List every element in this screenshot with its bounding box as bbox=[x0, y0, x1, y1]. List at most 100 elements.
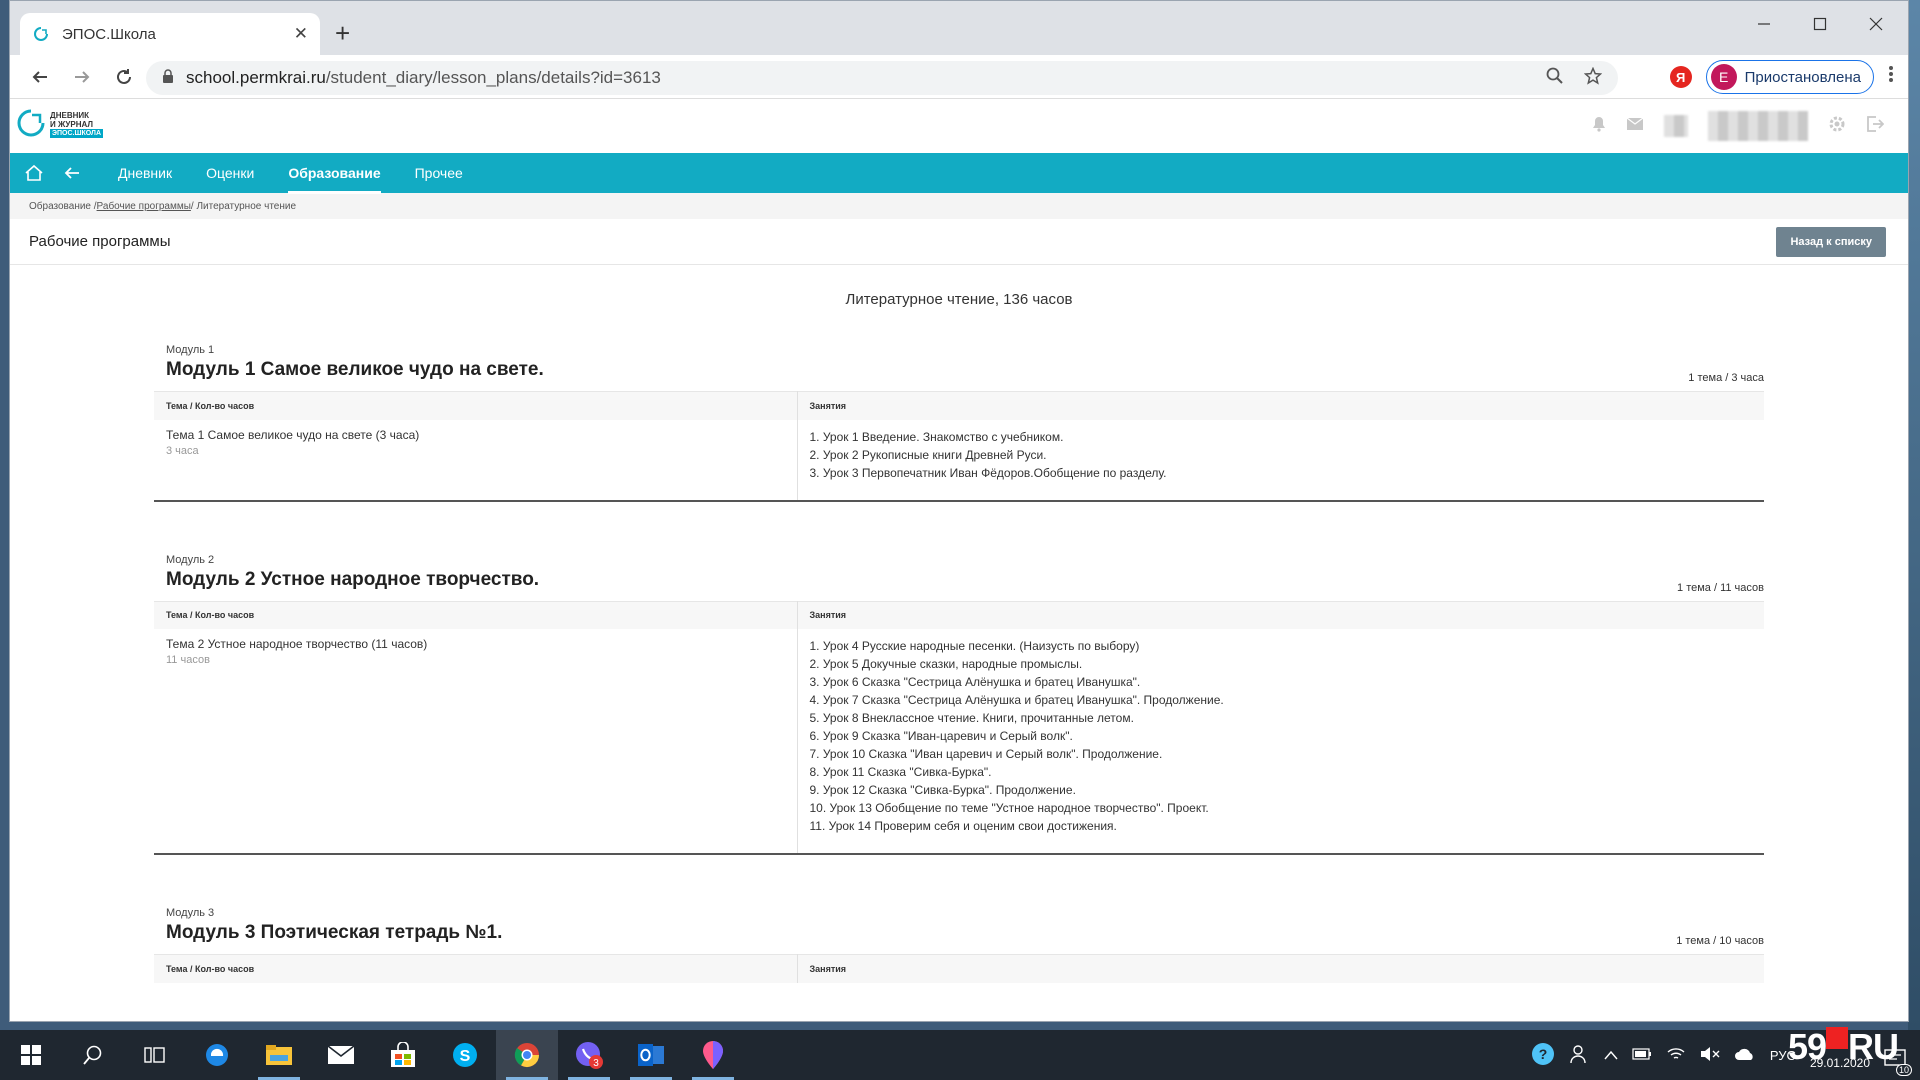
skype-icon[interactable]: S bbox=[434, 1030, 496, 1080]
viber-icon[interactable]: 3 bbox=[558, 1030, 620, 1080]
home-icon[interactable] bbox=[24, 164, 44, 182]
nav-item-diary[interactable]: Дневник bbox=[118, 165, 172, 181]
topic-title: Тема 2 Устное народное творчество (11 ча… bbox=[166, 637, 428, 651]
module-table: Тема / Кол-во часов Занятия Тема 1 Самое… bbox=[154, 391, 1764, 502]
outlook-icon[interactable] bbox=[620, 1030, 682, 1080]
user-avatar-blurred[interactable] bbox=[1664, 115, 1688, 137]
page-title: Рабочие программы bbox=[29, 233, 171, 250]
module-card: Модуль 3 Модуль 3 Поэтическая тетрадь №1… bbox=[154, 907, 1764, 983]
module-title: Модуль 3 Поэтическая тетрадь №1. bbox=[166, 922, 503, 943]
topic-hours: 11 часов bbox=[166, 654, 210, 666]
list-item: 7. Урок 10 Сказка "Иван царевич и Серый … bbox=[809, 747, 1163, 761]
refresh-icon[interactable] bbox=[106, 59, 142, 95]
list-item: 1. Урок 1 Введение. Знакомство с учебник… bbox=[809, 429, 1064, 444]
search-icon[interactable] bbox=[62, 1030, 124, 1080]
new-tab-button[interactable]: + bbox=[335, 19, 350, 47]
main-content: Литературное чтение, 136 часов Модуль 1 … bbox=[10, 265, 1908, 1010]
watermark-number: 59 bbox=[1787, 1026, 1827, 1067]
site-logo[interactable]: ДНЕВНИК И ЖУРНАЛ ЭПОС.ШКОЛА bbox=[16, 107, 103, 141]
module-table: Тема / Кол-во часов Занятия bbox=[154, 954, 1764, 983]
list-item: 2. Урок 2 Рукописные книги Древней Руси. bbox=[809, 447, 1047, 462]
nav-item-other[interactable]: Прочее bbox=[415, 165, 463, 181]
address-bar: school.permkrai.ru/student_diary/lesson_… bbox=[10, 55, 1908, 99]
breadcrumb: Образование / Рабочие программы / Литера… bbox=[10, 193, 1908, 219]
star-icon[interactable] bbox=[1583, 66, 1603, 90]
back-to-list-button[interactable]: Назад к списку bbox=[1776, 227, 1886, 257]
list-item: 2. Урок 5 Докучные сказки, народные пром… bbox=[809, 657, 1083, 671]
module-label: Модуль 1 bbox=[166, 344, 215, 356]
breadcrumb-work-programs-link[interactable]: Рабочие программы bbox=[97, 201, 191, 212]
watermark-ru: RU bbox=[1848, 1026, 1899, 1067]
list-item: 3. Урок 6 Сказка "Сестрица Алёнушка и бр… bbox=[809, 675, 1141, 689]
viber-badge: 3 bbox=[593, 1058, 599, 1069]
list-item: 4. Урок 7 Сказка "Сестрица Алёнушка и бр… bbox=[809, 693, 1224, 707]
column-header-topic: Тема / Кол-во часов bbox=[154, 391, 798, 420]
logout-icon[interactable] bbox=[1866, 115, 1885, 138]
main-nav: Дневник Оценки Образование Прочее bbox=[10, 153, 1908, 194]
nav-item-grades[interactable]: Оценки bbox=[206, 165, 254, 181]
onedrive-icon[interactable] bbox=[1734, 1047, 1756, 1064]
browser-window: ЭПОС.Школа ✕ + school.permkrai.ru/studen… bbox=[9, 0, 1909, 1022]
url-field[interactable]: school.permkrai.ru/student_diary/lesson_… bbox=[146, 61, 1618, 95]
close-window-icon[interactable] bbox=[1848, 7, 1904, 41]
logo-line-1: ДНЕВНИК bbox=[50, 110, 89, 120]
battery-icon[interactable] bbox=[1632, 1047, 1652, 1063]
profile-status: Приостановлена bbox=[1744, 68, 1861, 86]
module-count: 1 тема / 10 часов bbox=[1676, 935, 1764, 947]
chevron-up-icon[interactable] bbox=[1604, 1048, 1618, 1063]
list-item: 8. Урок 11 Сказка "Сивка-Бурка". bbox=[809, 765, 992, 779]
mail-app-icon[interactable] bbox=[310, 1030, 372, 1080]
file-explorer-icon[interactable] bbox=[248, 1030, 310, 1080]
forward-arrow-icon[interactable] bbox=[64, 59, 100, 95]
profile-button[interactable]: E Приостановлена bbox=[1705, 60, 1874, 94]
module-card: Модуль 2 Модуль 2 Устное народное творче… bbox=[154, 554, 1764, 855]
topic-title: Тема 1 Самое великое чудо на свете (3 ча… bbox=[166, 427, 420, 442]
zoom-icon[interactable] bbox=[1546, 67, 1564, 90]
url-host: school.permkrai.ru bbox=[186, 68, 326, 87]
column-header-lessons: Занятия bbox=[797, 391, 1764, 420]
module-title: Модуль 1 Самое великое чудо на свете. bbox=[166, 359, 544, 380]
mail-icon[interactable] bbox=[1626, 117, 1644, 136]
chrome-icon[interactable] bbox=[496, 1030, 558, 1080]
help-icon[interactable]: ? bbox=[1530, 1041, 1556, 1070]
column-header-lessons: Занятия bbox=[797, 600, 1764, 629]
yandex-extension-icon[interactable]: Я bbox=[1669, 66, 1692, 88]
people-icon[interactable] bbox=[1570, 1044, 1590, 1067]
svg-text:S: S bbox=[460, 1048, 471, 1065]
logo-line-2: И ЖУРНАЛ bbox=[50, 119, 93, 129]
lesson-list: 1. Урок 1 Введение. Знакомство с учебник… bbox=[810, 428, 1753, 482]
minimize-icon[interactable] bbox=[1736, 7, 1792, 41]
table-row: Тема 1 Самое великое чудо на свете (3 ча… bbox=[154, 419, 1764, 501]
menu-icon[interactable] bbox=[1888, 64, 1894, 90]
user-name-blurred[interactable] bbox=[1708, 111, 1808, 141]
tab-close-icon[interactable]: ✕ bbox=[294, 24, 308, 44]
list-item: 5. Урок 8 Внеклассное чтение. Книги, про… bbox=[809, 711, 1134, 725]
maps-pin-icon[interactable] bbox=[682, 1030, 744, 1080]
module-title: Модуль 2 Устное народное творчество. bbox=[166, 568, 540, 590]
bell-icon[interactable] bbox=[1592, 116, 1606, 137]
list-item: 10. Урок 13 Обобщение по теме "Устное на… bbox=[809, 801, 1209, 815]
site-favicon-icon bbox=[32, 25, 50, 43]
list-item: 9. Урок 12 Сказка "Сивка-Бурка". Продолж… bbox=[809, 783, 1076, 797]
store-icon[interactable] bbox=[372, 1030, 434, 1080]
wifi-icon[interactable] bbox=[1666, 1046, 1686, 1065]
settings-icon[interactable] bbox=[1828, 115, 1846, 138]
windows-start-icon[interactable] bbox=[0, 1030, 62, 1080]
topic-hours: 3 часа bbox=[166, 444, 199, 457]
back-arrow-icon[interactable] bbox=[22, 59, 58, 95]
module-label: Модуль 3 bbox=[166, 907, 215, 919]
back-arrow-icon[interactable] bbox=[64, 166, 80, 180]
url-text: school.permkrai.ru/student_diary/lesson_… bbox=[186, 68, 1546, 88]
task-view-icon[interactable] bbox=[124, 1030, 186, 1080]
browser-tab[interactable]: ЭПОС.Школа ✕ bbox=[20, 13, 320, 55]
module-count: 1 тема / 11 часов bbox=[1677, 581, 1764, 594]
breadcrumb-current: / Литературное чтение bbox=[190, 200, 297, 212]
site-header: ДНЕВНИК И ЖУРНАЛ ЭПОС.ШКОЛА bbox=[10, 99, 1908, 153]
nav-item-education[interactable]: Образование bbox=[288, 165, 381, 194]
lock-icon[interactable] bbox=[162, 68, 174, 88]
maximize-icon[interactable] bbox=[1792, 7, 1848, 41]
volume-muted-icon[interactable] bbox=[1700, 1046, 1720, 1065]
edge-icon[interactable] bbox=[186, 1030, 248, 1080]
module-card: Модуль 1 Модуль 1 Самое великое чудо на … bbox=[154, 344, 1764, 502]
logo-line-3: ЭПОС.ШКОЛА bbox=[50, 128, 103, 138]
